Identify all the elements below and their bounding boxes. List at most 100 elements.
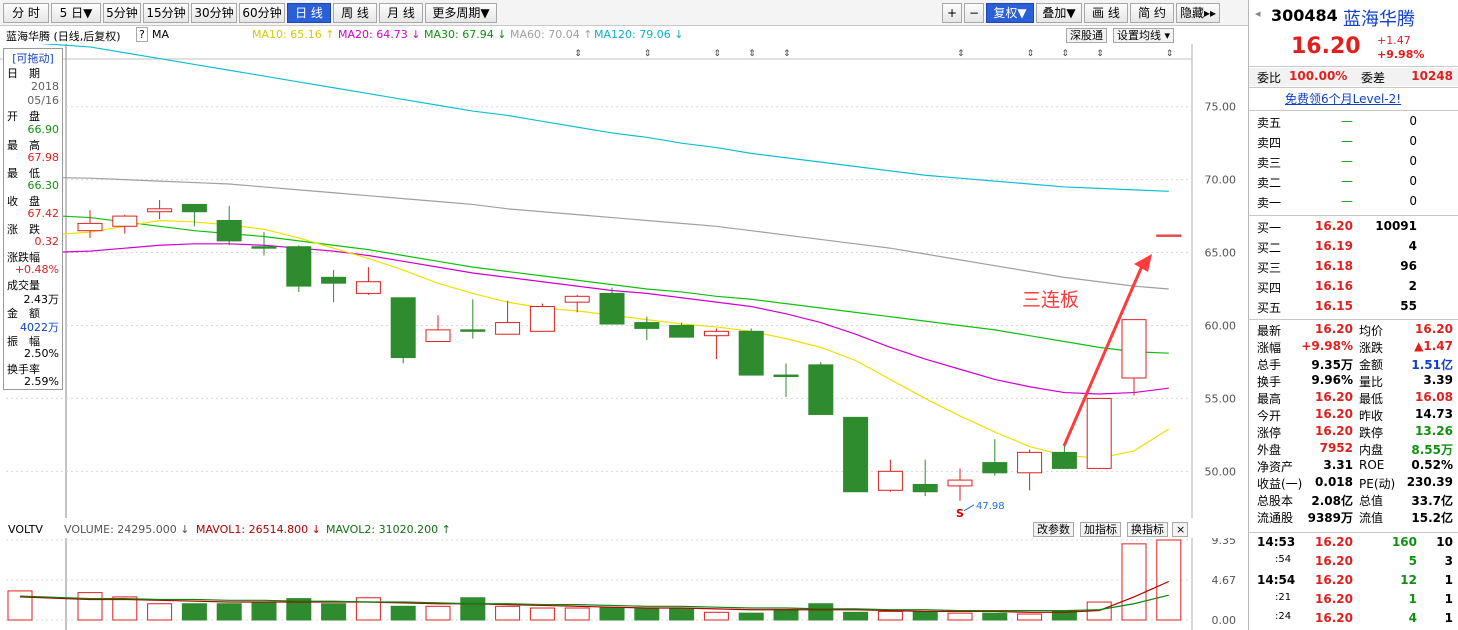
sell-level-row: 卖二 — 0 xyxy=(1249,173,1458,191)
close-value: 67.42 xyxy=(27,207,60,220)
volume-bar xyxy=(216,603,242,621)
period-button-monthly[interactable]: 月 线 xyxy=(379,3,423,23)
candle xyxy=(1051,445,1077,469)
annotation-text: 三连板 xyxy=(1022,289,1079,311)
volume-bar xyxy=(982,612,1008,621)
sell-level-volume: 0 xyxy=(1409,114,1417,128)
mavol1-legend: MAVOL1: 26514.800 ↓ xyxy=(196,523,321,536)
close-indicator-button[interactable]: × xyxy=(1172,522,1188,537)
candle xyxy=(460,299,486,339)
zoom-out-button[interactable]: − xyxy=(964,3,984,23)
event-marker-icon: ⇕ xyxy=(644,49,652,59)
stat-row: 收益(一) 0.018 PE(动) 230.39 xyxy=(1249,474,1458,492)
volume-bar xyxy=(321,603,347,621)
restore-rights-dropdown[interactable]: 复权▼ xyxy=(986,3,1034,23)
sell-level-row: 卖三 — 0 xyxy=(1249,153,1458,171)
low-marker-arrow xyxy=(963,504,975,512)
stat-label: 涨跌 xyxy=(1359,341,1384,355)
add-indicator-button[interactable]: 加指标 xyxy=(1080,522,1121,537)
ma10-legend: MA10: 65.16 ↑ xyxy=(252,28,335,41)
period-button-timeshare[interactable]: 分 时 xyxy=(3,3,49,23)
event-marker-icon: ⇕ xyxy=(957,49,965,59)
ma-settings-button[interactable]: 设置均线 ▾ xyxy=(1113,28,1175,43)
stat-value: 15.2亿 xyxy=(1411,511,1453,525)
collapse-icon[interactable]: ◂ xyxy=(1255,7,1261,20)
level2-promo-link[interactable]: 免费领6个月Level-2! xyxy=(1285,90,1401,107)
open-value: 66.90 xyxy=(27,123,60,136)
tick-volume: 160 xyxy=(1391,535,1417,549)
candlestick-chart[interactable]: 75.00 70.00 65.00 60.00 55.00 50.00 ⇕ ⇕ ⇕ ⇕ ⇕ ⇕ ⇕ ⇕ ⇕ ⇕… xyxy=(0,44,1248,518)
volume-bar xyxy=(355,597,381,621)
draw-line-button[interactable]: 画 线 xyxy=(1084,3,1128,23)
buy-level-price: 16.16 xyxy=(1315,279,1353,293)
edit-params-button[interactable]: 改参数 xyxy=(1033,522,1074,537)
date-value: 05/16 xyxy=(27,94,59,107)
ma120-line xyxy=(39,44,1169,192)
period-button-15min[interactable]: 15分钟 xyxy=(143,3,189,23)
stat-row: 最高 16.20 最低 16.08 xyxy=(1249,389,1458,407)
more-periods-dropdown[interactable]: 更多周期▼ xyxy=(425,3,497,23)
tick-volume: 4 xyxy=(1408,611,1417,625)
stat-row: 最新 16.20 均价 16.20 xyxy=(1249,321,1458,339)
candle-body xyxy=(877,470,903,491)
candle-body xyxy=(773,374,799,378)
overlay-dropdown[interactable]: 叠加▼ xyxy=(1036,3,1082,23)
zoom-in-button[interactable]: + xyxy=(942,3,962,23)
ma20-line xyxy=(5,243,1169,395)
voltv-label: VOLTV xyxy=(8,523,43,536)
sell-level-label: 卖五 xyxy=(1257,116,1282,130)
stat-value: 33.7亿 xyxy=(1411,494,1453,508)
cursor-info-panel[interactable]: [可拖动] 日 期 2018 05/16 开 盘 66.90 最 高 67.98… xyxy=(3,48,63,390)
candle xyxy=(808,361,834,415)
volume-bar xyxy=(738,612,764,621)
change-value: 0.32 xyxy=(34,235,60,248)
period-button-5day[interactable]: 5 日▼ xyxy=(51,3,101,23)
buy-level-label: 买五 xyxy=(1257,301,1282,315)
help-button[interactable]: ? xyxy=(136,27,148,42)
stat-label: 最高 xyxy=(1257,392,1282,406)
period-button-daily[interactable]: 日 线 xyxy=(287,3,331,23)
buy-level-label: 买三 xyxy=(1257,261,1282,275)
stat-value: ▲1.47 xyxy=(1414,339,1453,353)
shengu-button[interactable]: 深股通 xyxy=(1066,28,1107,43)
high-value: 67.98 xyxy=(27,151,60,164)
stat-value: 7952 xyxy=(1319,441,1353,455)
period-button-60min[interactable]: 60分钟 xyxy=(239,3,285,23)
period-button-30min[interactable]: 30分钟 xyxy=(191,3,237,23)
volume-bar xyxy=(912,610,938,621)
candle-body xyxy=(1121,319,1147,379)
ma60-legend: MA60: 70.04 ↑ xyxy=(510,28,593,41)
candle xyxy=(321,270,347,303)
buy-level-volume: 10091 xyxy=(1375,219,1417,233)
stat-label: 流值 xyxy=(1359,511,1384,525)
candle-body xyxy=(112,215,138,227)
stat-label: 今开 xyxy=(1257,409,1282,423)
stat-label: 涨停 xyxy=(1257,426,1282,440)
sell-level-label: 卖三 xyxy=(1257,156,1282,170)
switch-indicator-button[interactable]: 换指标 xyxy=(1127,522,1168,537)
tick-count: 1 xyxy=(1444,592,1453,606)
period-button-weekly[interactable]: 周 线 xyxy=(333,3,377,23)
buy-level-row: 买五 16.15 55 xyxy=(1249,298,1458,316)
buy-level-row: 买三 16.18 96 xyxy=(1249,258,1458,276)
quote-panel: ◂ 300484 蓝海华腾 16.20 +1.47 +9.98% 委比 100.… xyxy=(1248,0,1458,630)
stock-name: 蓝海华腾 xyxy=(1343,9,1415,30)
volume-bar xyxy=(808,603,834,621)
tick-price: 16.20 xyxy=(1315,573,1353,587)
candle-body xyxy=(147,208,173,213)
stat-label: 昨收 xyxy=(1359,409,1384,423)
period-button-5min[interactable]: 5分钟 xyxy=(103,3,141,23)
tick-volume: 12 xyxy=(1400,573,1417,587)
simple-mode-button[interactable]: 简 约 xyxy=(1130,3,1174,23)
tick-row: :54 16.20 5 3 xyxy=(1249,553,1458,571)
tick-price: 16.20 xyxy=(1315,592,1353,606)
ma20-legend: MA20: 64.73 ↓ xyxy=(338,28,421,41)
stat-value: 16.20 xyxy=(1415,322,1453,336)
event-marker-icon: ⇕ xyxy=(748,49,756,59)
candle xyxy=(216,205,242,246)
volume-chart[interactable]: 9.35 4.67 0.00 xyxy=(0,538,1248,630)
buy-level-row: 买一 16.20 10091 xyxy=(1249,218,1458,236)
hide-panel-button[interactable]: 隐藏▸▸ xyxy=(1176,3,1220,23)
sell-level-price: — xyxy=(1341,134,1353,148)
candle xyxy=(355,267,381,295)
